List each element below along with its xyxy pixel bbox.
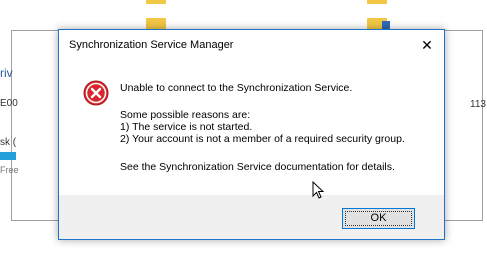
disk-label[interactable]: sk ( xyxy=(0,137,16,148)
disk-usage-bar xyxy=(0,152,16,160)
number-text: 113 xyxy=(470,99,486,110)
focus-rectangle xyxy=(345,211,412,226)
error-icon xyxy=(83,80,109,106)
dialog-titlebar[interactable]: Synchronization Service Manager ✕ xyxy=(59,30,444,60)
reason-1: 1) The service is not started. xyxy=(120,121,253,133)
close-icon: ✕ xyxy=(421,37,433,53)
dialog-footer: OK xyxy=(59,195,444,239)
folder-icon xyxy=(146,0,166,4)
ok-button[interactable]: OK xyxy=(342,208,415,229)
documentation-note: See the Synchronization Service document… xyxy=(120,161,395,173)
error-dialog: Synchronization Service Manager ✕ Unable… xyxy=(58,29,445,240)
reasons-heading: Some possible reasons are: xyxy=(120,109,251,121)
dialog-title: Synchronization Service Manager xyxy=(69,39,234,51)
drive-label[interactable]: riv xyxy=(0,66,13,80)
folder-icon xyxy=(367,0,387,4)
reason-2: 2) Your account is not a member of a req… xyxy=(120,133,405,145)
dialog-content: Unable to connect to the Synchronization… xyxy=(59,60,444,195)
free-space-text: Free xyxy=(0,165,19,175)
close-button[interactable]: ✕ xyxy=(410,30,444,60)
drive-code-text: E00 xyxy=(0,98,18,109)
mouse-cursor-icon xyxy=(312,181,324,199)
error-message: Unable to connect to the Synchronization… xyxy=(120,82,353,94)
